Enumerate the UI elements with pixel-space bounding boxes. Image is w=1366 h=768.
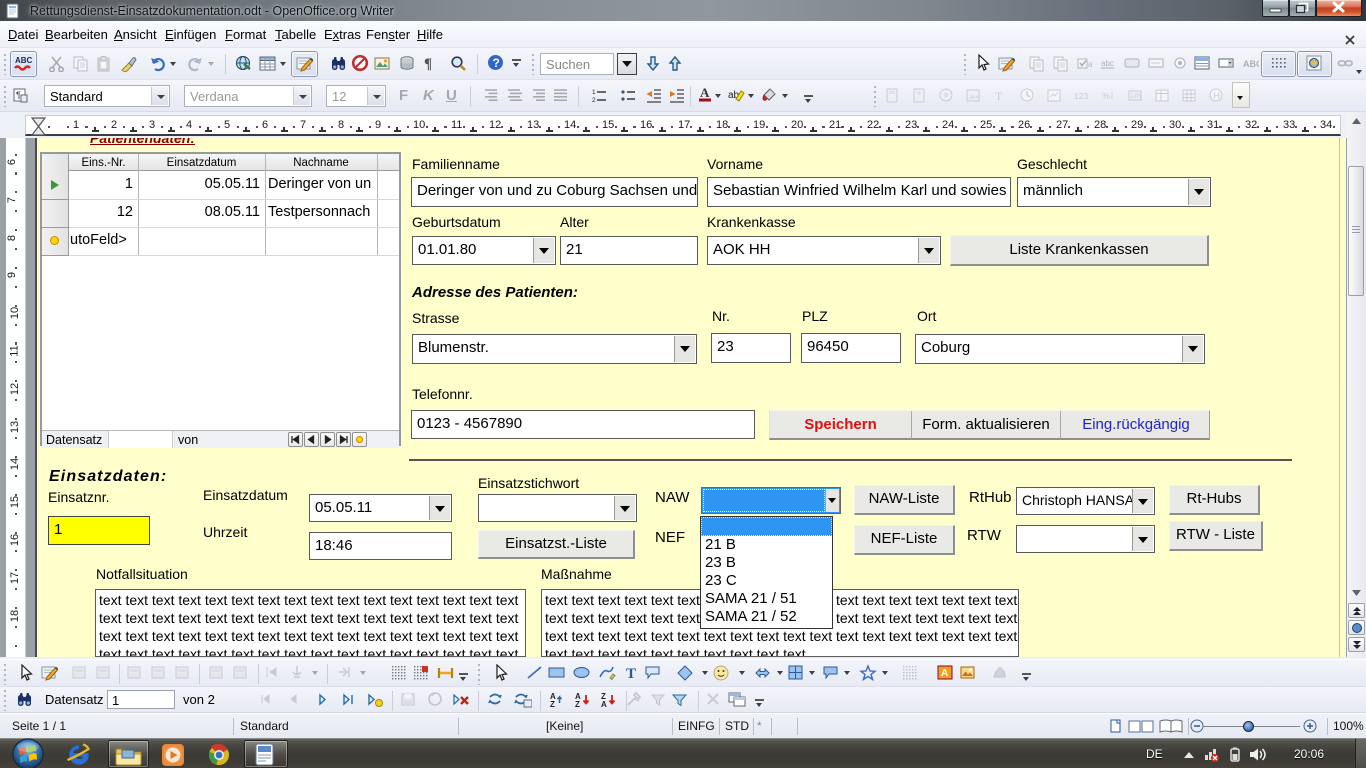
svg-text:1: 1 (592, 89, 596, 96)
svg-text:2: 2 (592, 97, 596, 104)
svg-text:A: A (700, 86, 710, 100)
svg-text:ABC: ABC (1243, 59, 1259, 69)
svg-text:ABC: ABC (15, 56, 33, 65)
svg-text:Z: Z (550, 700, 555, 708)
svg-text:H: H (1214, 91, 1221, 101)
svg-text:Z: Z (575, 700, 580, 708)
svg-text:T: T (995, 89, 1003, 103)
svg-text:¶: ¶ (16, 90, 21, 100)
svg-text:123: 123 (1074, 91, 1088, 101)
svg-text:A: A (601, 700, 607, 708)
svg-text:A: A (941, 668, 948, 679)
svg-text:T: T (626, 666, 636, 681)
svg-text:LIN: LIN (1131, 93, 1142, 100)
svg-text:a: a (1088, 60, 1093, 69)
svg-text:?: ? (493, 56, 500, 70)
svg-text:abc: abc (1101, 59, 1114, 68)
svg-text:¶: ¶ (424, 56, 432, 72)
svg-text:%: % (1102, 91, 1110, 101)
